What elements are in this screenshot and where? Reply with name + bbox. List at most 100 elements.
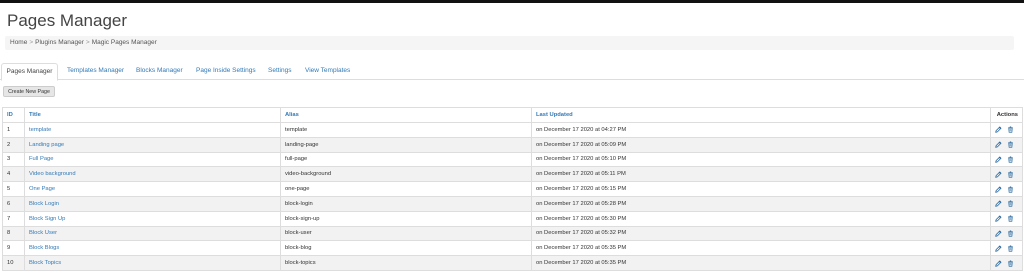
pencil-icon[interactable] — [995, 230, 1002, 237]
pencil-icon[interactable] — [995, 186, 1002, 193]
cell-title: Block User — [24, 225, 281, 242]
cell-id: 5 — [2, 181, 25, 197]
trash-icon[interactable] — [1007, 260, 1014, 267]
table-row: 10 Block Topics block-topics on December 17… — [2, 255, 1023, 271]
table-row: 1 template template on December 17 2020 at … — [2, 122, 1023, 138]
table-header-row: ID Title Alias Last Updated Actions — [2, 107, 1023, 123]
trash-icon[interactable] — [1007, 245, 1014, 252]
cell-title: Block Topics — [24, 255, 281, 271]
pencil-icon[interactable] — [995, 260, 1002, 267]
tab-view-templates[interactable]: View Templates — [305, 63, 350, 80]
pencil-icon[interactable] — [995, 171, 1002, 178]
cell-id: 10 — [2, 255, 25, 271]
table-row: 4 Video background video-background on Dece… — [2, 166, 1023, 183]
cell-actions — [990, 151, 1023, 168]
cell-id: 8 — [2, 225, 25, 242]
trash-icon[interactable] — [1007, 126, 1014, 134]
cell-id: 2 — [2, 136, 25, 153]
pencil-icon[interactable] — [995, 126, 1002, 134]
cell-alias: landing-page — [280, 136, 532, 153]
page-title-link[interactable]: Full Page — [29, 156, 54, 162]
tab-bar: Pages Manager Templates Manager Blocks M… — [0, 63, 1024, 81]
cell-actions — [990, 136, 1023, 153]
page-title-link[interactable]: One Page — [29, 186, 55, 192]
column-header-title[interactable]: Title — [24, 107, 281, 123]
cell-actions — [990, 240, 1023, 257]
table-row: 9 Block Blogs block-blog on December 17 202… — [2, 240, 1023, 257]
create-new-page-button[interactable]: Create New Page — [3, 86, 55, 97]
cell-id: 9 — [2, 240, 25, 257]
cell-alias: block-user — [280, 225, 532, 242]
cell-last-updated: on December 17 2020 at 05:30 PM — [531, 210, 991, 227]
table-row: 5 One Page one-page on December 17 2020 at … — [2, 181, 1023, 197]
trash-icon[interactable] — [1007, 171, 1014, 178]
cell-alias: full-page — [280, 151, 532, 168]
cell-title: Block Sign Up — [24, 210, 281, 227]
tab-blocks-manager[interactable]: Blocks Manager — [136, 63, 183, 80]
cell-id: 7 — [2, 210, 25, 227]
page-title-link[interactable]: template — [29, 127, 51, 133]
cell-alias: one-page — [280, 181, 532, 197]
cell-alias: video-background — [280, 166, 532, 183]
tab-page-inside-settings[interactable]: Page Inside Settings — [196, 63, 256, 80]
cell-last-updated: on December 17 2020 at 05:32 PM — [531, 225, 991, 242]
tab-settings[interactable]: Settings — [268, 63, 292, 80]
tab-pages-manager[interactable]: Pages Manager — [1, 63, 58, 81]
column-header-actions: Actions — [990, 107, 1023, 123]
breadcrumb-plugins-manager[interactable]: Plugins Manager — [35, 39, 84, 46]
breadcrumb-separator: > — [29, 39, 34, 46]
pencil-icon[interactable] — [995, 245, 1002, 252]
trash-icon[interactable] — [1007, 186, 1014, 193]
cell-id: 4 — [2, 166, 25, 183]
page-title-link[interactable]: Video background — [29, 171, 76, 177]
page-title-link[interactable]: Block Login — [29, 201, 59, 207]
trash-icon[interactable] — [1007, 200, 1014, 208]
breadcrumb-home[interactable]: Home — [10, 39, 27, 46]
cell-alias: block-blog — [280, 240, 532, 257]
cell-last-updated: on December 17 2020 at 05:35 PM — [531, 240, 991, 257]
page-title-link[interactable]: Block Blogs — [29, 245, 59, 251]
column-header-last-updated[interactable]: Last Updated — [531, 107, 991, 123]
cell-alias: template — [280, 122, 532, 138]
table-row: 3 Full Page full-page on December 17 2020 a… — [2, 151, 1023, 168]
trash-icon[interactable] — [1007, 215, 1014, 222]
cell-title: Full Page — [24, 151, 281, 168]
column-header-alias[interactable]: Alias — [280, 107, 532, 123]
cell-actions — [990, 210, 1023, 227]
table-row: 8 Block User block-user on December 17 2020… — [2, 225, 1023, 242]
pencil-icon[interactable] — [995, 141, 1002, 148]
pencil-icon[interactable] — [995, 215, 1002, 222]
tab-templates-manager[interactable]: Templates Manager — [67, 63, 124, 80]
cell-title: template — [24, 122, 281, 138]
cell-last-updated: on December 17 2020 at 05:11 PM — [531, 166, 991, 183]
cell-title: Video background — [24, 166, 281, 183]
cell-title: Block Blogs — [24, 240, 281, 257]
trash-icon[interactable] — [1007, 230, 1014, 237]
page-title-link[interactable]: Landing page — [29, 142, 64, 148]
page-title-link[interactable]: Block User — [29, 230, 57, 236]
breadcrumb-separator: > — [85, 39, 90, 46]
table-row: 7 Block Sign Up block-sign-up on December 1… — [2, 210, 1023, 227]
cell-actions — [990, 195, 1023, 212]
cell-title: One Page — [24, 181, 281, 197]
cell-id: 1 — [2, 122, 25, 138]
cell-alias: block-sign-up — [280, 210, 532, 227]
page-title-link[interactable]: Block Sign Up — [29, 216, 65, 222]
breadcrumb-current: Magic Pages Manager — [91, 39, 157, 46]
trash-icon[interactable] — [1007, 156, 1014, 163]
cell-actions — [990, 122, 1023, 138]
trash-icon[interactable] — [1007, 141, 1014, 148]
cell-last-updated: on December 17 2020 at 05:15 PM — [531, 181, 991, 197]
pencil-icon[interactable] — [995, 156, 1002, 163]
pencil-icon[interactable] — [995, 200, 1002, 208]
cell-last-updated: on December 17 2020 at 04:27 PM — [531, 122, 991, 138]
cell-id: 3 — [2, 151, 25, 168]
cell-alias: block-topics — [280, 255, 532, 271]
cell-actions — [990, 181, 1023, 197]
column-header-id[interactable]: ID — [2, 107, 25, 123]
pages-table: ID Title Alias Last Updated Actions 1 tem… — [2, 107, 1023, 271]
cell-last-updated: on December 17 2020 at 05:09 PM — [531, 136, 991, 153]
page-title-link[interactable]: Block Topics — [29, 260, 61, 266]
cell-alias: block-login — [280, 195, 532, 212]
top-bar — [0, 0, 1024, 3]
